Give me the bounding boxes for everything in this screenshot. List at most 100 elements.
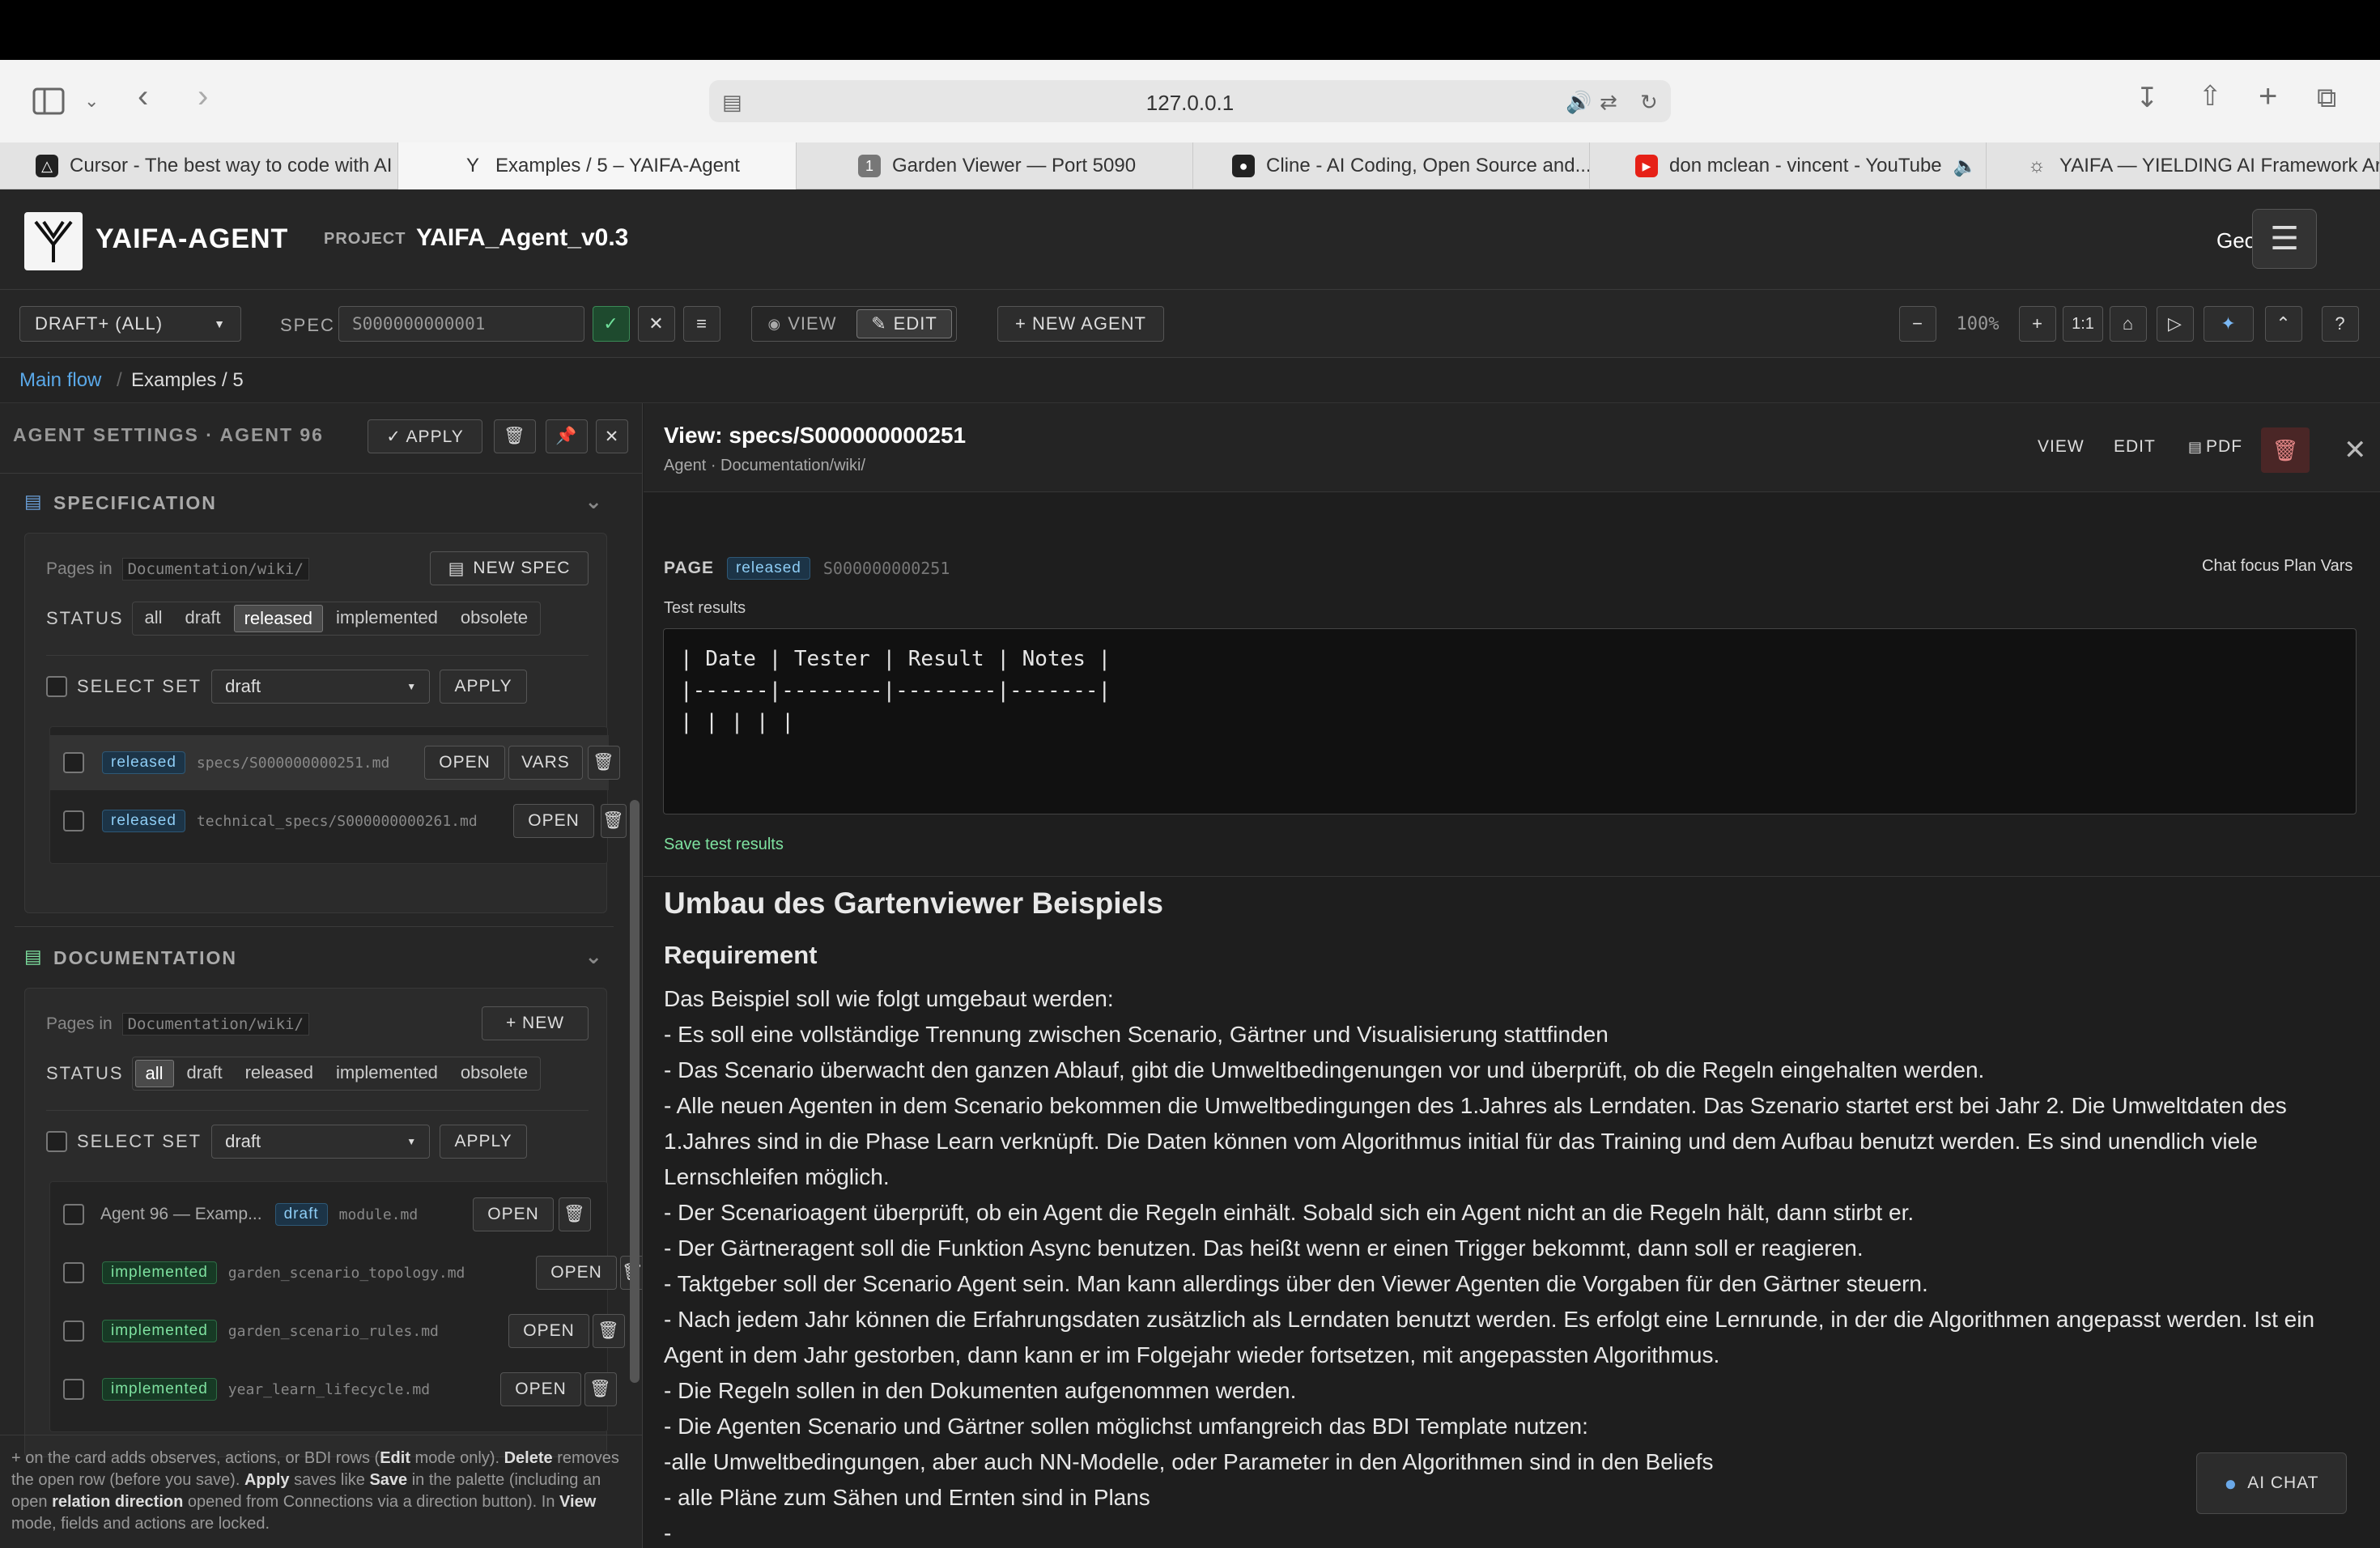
tab-youtube[interactable]: ▶ don mclean - vincent - YouTube 🔈 [1590, 142, 1987, 189]
vars-button[interactable]: VARS [508, 746, 583, 780]
trash-icon[interactable]: 🗑 [593, 1314, 625, 1348]
trash-icon[interactable]: 🗑 [601, 804, 627, 838]
list-item[interactable]: implemented garden_scenario_rules.md OPE… [50, 1303, 625, 1359]
trash-icon[interactable]: 🗑 [559, 1197, 591, 1231]
tab-overview-icon[interactable]: ⧉ [2317, 84, 2336, 112]
translate-icon[interactable]: ⇄ [1600, 90, 1617, 115]
list-item[interactable]: released specs/S000000000251.md OPEN VAR… [50, 735, 620, 790]
sparkle-icon[interactable]: ✦ [2204, 306, 2254, 342]
select-set-dropdown[interactable]: draft ▼ [211, 1125, 431, 1159]
status-obsolete[interactable]: obsolete [451, 1060, 538, 1087]
select-apply-button[interactable]: APPLY [440, 1125, 528, 1159]
view-button[interactable]: VIEW [2038, 437, 2085, 457]
address-bar[interactable]: ▤ 127.0.0.1 🔊 ⇄ ↻ [709, 80, 1671, 122]
filter-dropdown[interactable]: DRAFT+ (ALL) ▼ [19, 306, 241, 342]
list-item[interactable]: implemented year_learn_lifecycle.md OPEN… [50, 1362, 617, 1417]
terminal-icon[interactable]: ▷ [2157, 306, 2194, 342]
hamburger-menu-icon[interactable]: ☰ [2252, 209, 2317, 269]
chevron-down-icon[interactable]: ⌄ [84, 87, 99, 115]
home-icon[interactable]: ⌂ [2110, 306, 2147, 342]
close-icon[interactable]: ✕ [596, 419, 628, 453]
trash-icon[interactable]: 🗑 [2261, 427, 2310, 473]
ai-chat-button[interactable]: ● AI CHAT [2196, 1452, 2347, 1514]
open-button[interactable]: OPEN [513, 804, 594, 838]
status-obsolete[interactable]: obsolete [451, 605, 538, 632]
tab-label: YAIFA — YIELDING AI Framework Ar... [2059, 155, 2380, 176]
status-implemented[interactable]: implemented [326, 605, 448, 632]
help-button[interactable]: ? [2322, 306, 2359, 342]
sliders-icon[interactable]: ≡ [683, 306, 720, 342]
confirm-check-icon[interactable]: ✓ [593, 306, 630, 342]
trash-icon[interactable]: 🗑 [584, 1372, 617, 1406]
list-item[interactable]: released technical_specs/S000000000261.m… [50, 793, 627, 848]
documentation-section-header[interactable]: ▤ DOCUMENTATION ⌄ [15, 938, 614, 978]
share-icon[interactable]: ⇧ [2199, 83, 2222, 110]
pin-icon[interactable]: 📌 [546, 419, 588, 453]
select-set-row: SELECT SET draft ▼ APPLY [46, 670, 528, 704]
panel-scrollbar[interactable] [630, 800, 640, 1383]
audio-icon[interactable]: 🔊 [1566, 90, 1592, 115]
open-button[interactable]: OPEN [508, 1314, 589, 1348]
status-draft[interactable]: draft [177, 1060, 232, 1087]
breadcrumb-root-link[interactable]: Main flow [19, 369, 101, 392]
pdf-button[interactable]: ▤ PDF [2188, 437, 2242, 457]
open-button[interactable]: OPEN [500, 1372, 581, 1406]
row-checkbox[interactable] [63, 1262, 84, 1283]
status-all[interactable]: all [135, 605, 172, 632]
speaker-icon[interactable]: 🔈 [1953, 155, 1978, 178]
select-all-checkbox[interactable] [46, 676, 67, 697]
test-results-textarea[interactable]: | Date | Tester | Result | Notes | |----… [663, 628, 2357, 814]
select-apply-button[interactable]: APPLY [440, 670, 528, 704]
new-spec-button[interactable]: ▤ NEW SPEC [430, 551, 589, 585]
open-button[interactable]: OPEN [424, 746, 505, 780]
view-mode-button[interactable]: ◉ VIEW [754, 306, 850, 342]
trash-icon[interactable]: 🗑 [588, 746, 620, 780]
project-name[interactable]: YAIFA_Agent_v0.3 [416, 224, 628, 252]
sidebar-toggle-icon[interactable] [32, 87, 65, 120]
row-checkbox[interactable] [63, 1204, 84, 1225]
clear-x-icon[interactable]: ✕ [638, 306, 675, 342]
row-checkbox[interactable] [63, 810, 84, 831]
edit-mode-button[interactable]: ✎ EDIT [856, 309, 952, 338]
tab-yaifa-framework[interactable]: ☼ YAIFA — YIELDING AI Framework Ar... [1987, 142, 2380, 189]
tab-garden-viewer[interactable]: 1 Garden Viewer — Port 5090 [797, 142, 1193, 189]
zoom-out-button[interactable]: − [1899, 306, 1936, 342]
reload-icon[interactable]: ↻ [1640, 90, 1658, 115]
list-item[interactable]: implemented garden_scenario_topology.md … [50, 1245, 642, 1300]
select-all-checkbox[interactable] [46, 1131, 67, 1152]
tab-examples[interactable]: Y Examples / 5 – YAIFA-Agent [398, 142, 797, 189]
download-icon[interactable]: ↧ [2136, 84, 2159, 112]
chevron-down-icon[interactable]: ⌄ [584, 944, 604, 969]
actual-size-button[interactable]: 1:1 [2063, 306, 2103, 342]
save-test-results-link[interactable]: Save test results [664, 836, 784, 854]
status-draft[interactable]: draft [176, 605, 231, 632]
open-button[interactable]: OPEN [536, 1256, 617, 1290]
new-tab-icon[interactable]: + [2259, 80, 2277, 113]
list-item[interactable]: Agent 96 — Examp... draft module.md OPEN… [50, 1187, 609, 1242]
select-set-dropdown[interactable]: draft ▼ [211, 670, 431, 704]
specification-section-header[interactable]: ▤ SPECIFICATION ⌄ [15, 483, 614, 523]
apply-button[interactable]: ✓ APPLY [368, 419, 482, 453]
open-button[interactable]: OPEN [473, 1197, 554, 1231]
row-checkbox[interactable] [63, 1379, 84, 1400]
row-checkbox[interactable] [63, 1320, 84, 1342]
close-icon[interactable]: ✕ [2344, 434, 2367, 466]
status-released[interactable]: released [233, 605, 323, 632]
trash-icon[interactable]: 🗑 [494, 419, 536, 453]
zoom-in-button[interactable]: + [2019, 306, 2056, 342]
back-icon[interactable]: ‹ [138, 80, 148, 113]
spec-input[interactable]: S000000000001 [338, 306, 584, 342]
status-released[interactable]: released [236, 1060, 323, 1087]
edit-button[interactable]: EDIT [2114, 437, 2156, 457]
row-checkbox[interactable] [63, 752, 84, 773]
new-agent-button[interactable]: + NEW AGENT [997, 306, 1164, 342]
status-all[interactable]: all [134, 1060, 174, 1087]
new-doc-button[interactable]: + NEW [482, 1006, 589, 1040]
tab-cursor[interactable]: △ Cursor - The best way to code with AI [0, 142, 398, 189]
status-implemented[interactable]: implemented [326, 1060, 448, 1087]
chevron-down-icon[interactable]: ⌄ [584, 489, 604, 514]
collapse-up-icon[interactable]: ⌃ [2265, 306, 2302, 342]
tab-cline[interactable]: ● Cline - AI Coding, Open Source and... [1193, 142, 1590, 189]
forward-icon[interactable]: › [198, 80, 208, 113]
chat-plan-vars-links[interactable]: Chat focus Plan Vars [2202, 557, 2352, 576]
